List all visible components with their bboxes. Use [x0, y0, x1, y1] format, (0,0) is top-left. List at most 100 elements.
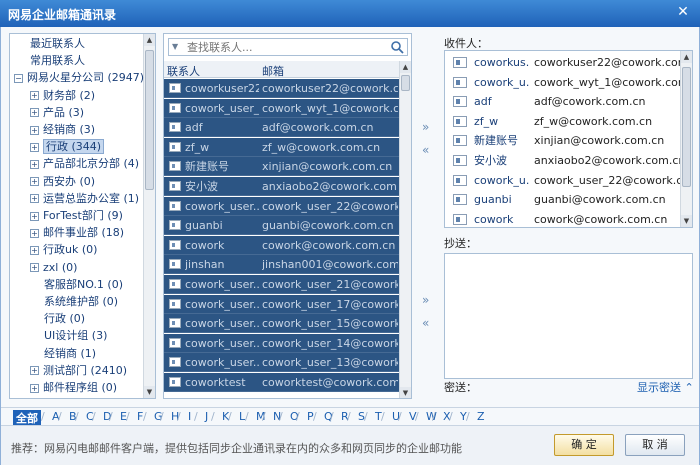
cancel-button[interactable]: 取 消: [625, 434, 685, 456]
scroll-down-icon[interactable]: ▼: [144, 386, 155, 398]
footer: 推荐：网易闪电邮邮件客户端，提供包括同步企业通讯录在内的众多和网页同步的企业邮功…: [1, 425, 699, 465]
recipient-email: zf_w@cowork.com.cn: [534, 114, 653, 128]
expand-icon[interactable]: +: [30, 108, 39, 118]
contact-row[interactable]: guanbi guanbi@cowork.com.cn: [164, 216, 399, 236]
col-header-name[interactable]: 联系人: [167, 63, 200, 79]
tree-node[interactable]: 客服部NO.1 (0): [44, 276, 123, 293]
expand-icon[interactable]: +: [30, 159, 39, 169]
recipients-list[interactable]: coworkus...coworkuser22@cowork.com.cncow…: [444, 50, 693, 228]
tree-node[interactable]: + zxl (0): [30, 259, 77, 276]
ok-button[interactable]: 确 定: [554, 434, 614, 456]
recipients-scrollbar[interactable]: ▲ ▼: [680, 51, 692, 227]
expand-icon[interactable]: +: [30, 125, 39, 135]
contact-row[interactable]: coworktest coworktest@cowork.com.cn: [164, 373, 399, 392]
contact-card-icon: [169, 298, 181, 309]
search-icon[interactable]: [390, 40, 404, 54]
tree-node[interactable]: UI设计组 (3): [44, 327, 107, 344]
tree-node[interactable]: + 行政uk (0): [30, 241, 97, 258]
expand-icon[interactable]: +: [30, 142, 39, 152]
scroll-down-icon[interactable]: ▼: [400, 387, 411, 398]
contact-row[interactable]: cowork_user_1cowork_wyt_1@cowork.co...: [164, 98, 399, 118]
tree-node[interactable]: + 产品 (3): [30, 104, 84, 121]
scroll-up-icon[interactable]: ▲: [400, 61, 411, 73]
contact-card-icon: [453, 57, 467, 68]
expand-icon[interactable]: +: [30, 211, 39, 221]
expand-icon[interactable]: +: [30, 177, 39, 187]
alpha-filter-all[interactable]: 全部: [13, 410, 41, 426]
contact-row[interactable]: cowork_user...cowork_user_13@cowork....: [164, 353, 399, 373]
expand-icon[interactable]: +: [30, 263, 39, 273]
show-bcc-link[interactable]: 显示密送 ⌃: [637, 379, 694, 395]
contact-row[interactable]: cowork_user...cowork_user_14@cowork....: [164, 333, 399, 353]
scroll-down-icon[interactable]: ▼: [681, 215, 692, 227]
recipient-row[interactable]: 新建账号 xinjian@cowork.com.cn: [445, 131, 681, 150]
contact-row[interactable]: 安小波 anxiaobo2@cowork.com.cn: [164, 177, 399, 196]
contact-row[interactable]: cowork_user...cowork_user_15@cowork....: [164, 314, 399, 334]
collapse-icon[interactable]: −: [14, 73, 23, 83]
tree-node[interactable]: 最近联系人: [30, 35, 85, 52]
contact-row[interactable]: zf_w zf_w@cowork.com.cn: [164, 137, 399, 157]
tree-node[interactable]: 经销商 (1): [44, 345, 96, 362]
tree-node[interactable]: 系统维护部 (0): [44, 293, 118, 310]
tree-node[interactable]: − 网易火星分公司 (2947): [14, 69, 144, 86]
cc-list[interactable]: [444, 253, 693, 379]
recipient-row[interactable]: 安小波 anxiaobo2@cowork.com.cn: [445, 151, 681, 170]
close-icon[interactable]: ✕: [674, 3, 692, 21]
tree-node[interactable]: + 邮件程序组 (0): [30, 379, 117, 396]
recipient-row[interactable]: zf_w zf_w@cowork.com.cn: [445, 112, 681, 131]
tree-node[interactable]: + 经销商 (3): [30, 121, 95, 138]
contact-row[interactable]: coworkuser22coworkuser22@cowork.co...: [164, 79, 399, 98]
tree-node[interactable]: + 产品部北京分部 (4): [30, 155, 139, 172]
tree-scrollbar[interactable]: ▲ ▼: [143, 34, 155, 398]
recipient-row[interactable]: cowork_u... cowork_wyt_1@cowork.com.cn: [445, 73, 681, 92]
recipient-row[interactable]: adf adf@cowork.com.cn: [445, 92, 681, 111]
chevron-down-icon[interactable]: ▼: [172, 42, 178, 51]
tree-node[interactable]: + 西安办 (0): [30, 173, 95, 190]
scroll-thumb[interactable]: [145, 50, 154, 190]
contact-row[interactable]: adf adf@cowork.com.cn: [164, 118, 399, 138]
department-tree[interactable]: ▲ ▼ 最近联系人 常用联系人 − 网易火星分公司 (2947) + 财务部 (2) + 产品…: [9, 33, 156, 399]
add-to-recipients-arrow-icon[interactable]: »: [422, 120, 429, 134]
tree-node[interactable]: + 邮件事业部 (18): [30, 224, 124, 241]
alpha-separator: /: [313, 410, 317, 423]
tree-node[interactable]: + 财务部 (2): [30, 87, 95, 104]
expand-icon[interactable]: +: [30, 366, 39, 376]
alpha-separator: /: [330, 410, 334, 423]
recipient-row[interactable]: guanbi guanbi@cowork.com.cn: [445, 190, 681, 209]
alpha-filter-letter[interactable]: I: [188, 410, 191, 423]
tree-node[interactable]: 常用联系人: [30, 52, 85, 69]
contact-list-scrollbar[interactable]: ▲ ▼: [399, 61, 411, 398]
alpha-filter-letter[interactable]: Z: [477, 410, 485, 423]
add-to-cc-arrow-icon[interactable]: »: [422, 293, 429, 307]
tree-node-label: 最近联系人: [30, 37, 85, 50]
remove-from-recipients-arrow-icon[interactable]: «: [422, 143, 429, 157]
contact-row[interactable]: cowork_user...cowork_user_22@cowork....: [164, 196, 399, 216]
tree-node[interactable]: + 运营总监办公室 (1): [30, 190, 139, 207]
col-header-email[interactable]: 邮箱: [262, 63, 284, 79]
contact-row[interactable]: cowork_user...cowork_user_21@cowork....: [164, 275, 399, 294]
expand-icon[interactable]: +: [30, 91, 39, 101]
search-input[interactable]: [187, 40, 383, 54]
scroll-thumb[interactable]: [682, 67, 691, 187]
expand-icon[interactable]: +: [30, 228, 39, 238]
expand-icon[interactable]: +: [30, 245, 39, 255]
expand-icon[interactable]: +: [30, 383, 39, 393]
expand-icon[interactable]: +: [30, 194, 39, 204]
recipient-row[interactable]: cowork_u... cowork_user_22@cowork.com.cn: [445, 171, 681, 190]
tree-node[interactable]: 行政 (0): [44, 310, 85, 327]
tree-node[interactable]: + 行政 (344): [30, 138, 105, 155]
tree-node[interactable]: + 测试部门 (2410): [30, 362, 127, 379]
scroll-up-icon[interactable]: ▲: [681, 51, 692, 63]
recipient-email: xinjian@cowork.com.cn: [534, 134, 665, 148]
contact-row[interactable]: cowork cowork@cowork.com.cn: [164, 235, 399, 255]
remove-from-cc-arrow-icon[interactable]: «: [422, 316, 429, 330]
recipient-row[interactable]: coworkus... coworkuser22@cowork.com.cn: [445, 53, 681, 72]
scroll-thumb[interactable]: [401, 75, 410, 91]
tree-node[interactable]: + ForTest部门 (9): [30, 207, 123, 224]
contact-row[interactable]: cowork_user...cowork_user_17@cowork....: [164, 294, 399, 314]
recipient-row[interactable]: cowork cowork@cowork.com.cn: [445, 210, 681, 227]
contact-row[interactable]: 新建账号 xinjian@cowork.com.cn: [164, 157, 399, 177]
scroll-up-icon[interactable]: ▲: [144, 34, 155, 46]
alpha-filter-letter[interactable]: J: [205, 410, 208, 423]
contact-row[interactable]: jinshan jinshan001@cowork.com.cn: [164, 255, 399, 275]
